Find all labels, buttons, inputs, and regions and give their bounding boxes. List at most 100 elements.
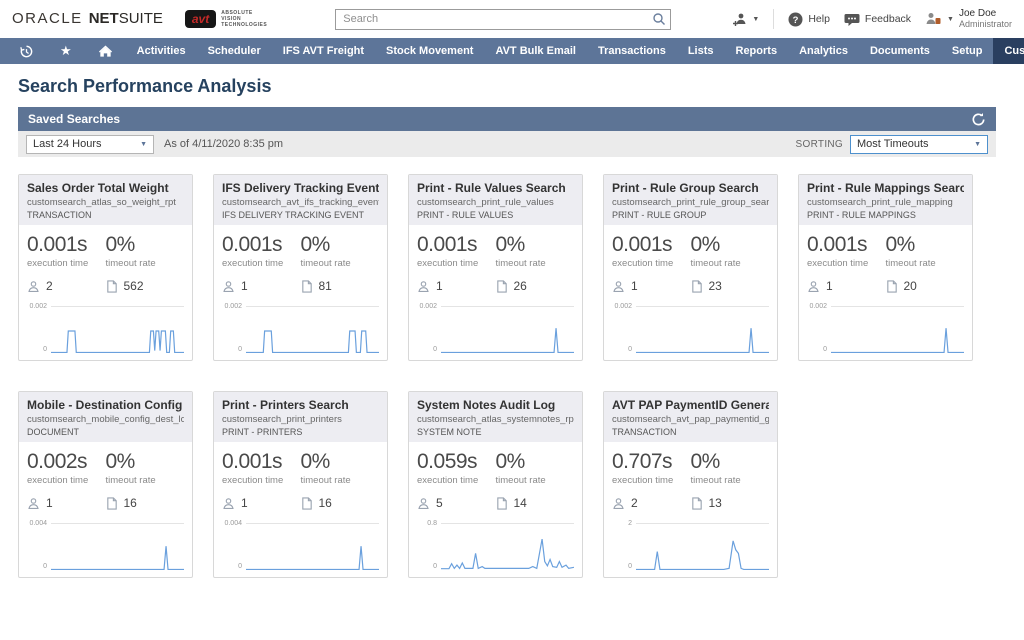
help-button[interactable]: ? Help — [788, 12, 830, 27]
as-of-label: As of 4/11/2020 8:35 pm — [164, 138, 283, 150]
user-outline-icon — [612, 497, 625, 510]
saved-search-card[interactable]: AVT PAP PaymentID Genera... customsearch… — [603, 391, 778, 578]
create-new-icon — [732, 12, 747, 27]
card-header: Print - Rule Group Search customsearch_p… — [604, 175, 777, 225]
execution-time-metric: 0.001s execution time — [222, 450, 301, 486]
saved-search-card[interactable]: Print - Rule Values Search customsearch_… — [408, 174, 583, 361]
execution-time-label: execution time — [27, 258, 106, 269]
avt-logo: avt ABSOLUTE VISION TECHNOLOGIES — [185, 10, 267, 28]
nav-item-ifs-avt-freight[interactable]: IFS AVT Freight — [272, 38, 375, 64]
page-title: Search Performance Analysis — [18, 76, 1024, 97]
shortcuts-star-icon[interactable]: ★ — [47, 38, 85, 64]
nav-item-stock-movement[interactable]: Stock Movement — [375, 38, 484, 64]
y-axis-zero-label: 0 — [417, 346, 437, 354]
main-nav: ★ ActivitiesSchedulerIFS AVT FreightStoc… — [0, 38, 1024, 64]
search-input[interactable] — [335, 9, 671, 30]
page-icon — [301, 280, 313, 293]
nav-item-reports[interactable]: Reports — [725, 38, 789, 64]
timeout-rate-value: 0% — [886, 233, 965, 257]
feedback-icon — [844, 12, 860, 27]
timeout-rate-metric: 0% timeout rate — [691, 233, 770, 269]
recent-records-icon[interactable] — [6, 38, 47, 64]
page-icon — [106, 497, 118, 510]
timeout-rate-metric: 0% timeout rate — [496, 450, 575, 486]
page-icon — [301, 497, 313, 510]
sorting-select[interactable]: Most Timeouts ▼ — [850, 135, 988, 154]
sparkline — [441, 312, 574, 354]
saved-search-card[interactable]: Mobile - Destination Config ... customse… — [18, 391, 193, 578]
nav-item-customization[interactable]: Customization — [993, 38, 1024, 64]
timeout-rate-label: timeout rate — [691, 258, 770, 269]
card-body: 0.001s execution time 0% timeout rate 2 … — [19, 225, 192, 360]
refresh-icon[interactable] — [971, 112, 986, 127]
card-script-id: customsearch_atlas_so_weight_rpt — [27, 197, 184, 208]
card-script-id: customsearch_print_rule_mapping — [807, 197, 964, 208]
nav-item-transactions[interactable]: Transactions — [587, 38, 677, 64]
feedback-button[interactable]: Feedback — [844, 12, 911, 27]
nav-item-analytics[interactable]: Analytics — [788, 38, 859, 64]
period-select[interactable]: Last 24 Hours ▼ — [26, 135, 154, 154]
pages-count: 16 — [301, 496, 380, 510]
oracle-netsuite-logo[interactable]: ORACLENETSUITE — [12, 10, 163, 28]
timeout-rate-value: 0% — [106, 450, 185, 474]
page-icon — [496, 280, 508, 293]
execution-time-label: execution time — [612, 258, 691, 269]
saved-search-card[interactable]: Print - Rule Mappings Search customsearc… — [798, 174, 973, 361]
home-icon[interactable] — [85, 38, 126, 64]
user-icon — [925, 11, 942, 27]
search-icon[interactable] — [652, 12, 666, 31]
page-icon — [106, 280, 118, 293]
sparkline — [246, 312, 379, 354]
y-axis-max-label: 0.002 — [222, 303, 242, 310]
nav-item-activities[interactable]: Activities — [126, 38, 197, 64]
saved-search-card[interactable]: Print - Rule Group Search customsearch_p… — [603, 174, 778, 361]
y-axis-max-label: 0.002 — [612, 303, 632, 310]
card-body: 0.001s execution time 0% timeout rate 1 … — [214, 225, 387, 360]
execution-time-metric: 0.001s execution time — [417, 233, 496, 269]
card-header: Print - Rule Mappings Search customsearc… — [799, 175, 972, 225]
nav-item-lists[interactable]: Lists — [677, 38, 725, 64]
pages-value: 14 — [514, 496, 527, 510]
saved-search-card[interactable]: Sales Order Total Weight customsearch_at… — [18, 174, 193, 361]
divider — [773, 9, 774, 29]
card-title: Print - Printers Search — [222, 398, 379, 412]
nav-item-avt-bulk-email[interactable]: AVT Bulk Email — [484, 38, 586, 64]
sparkline-chart: 0.002 0 — [807, 303, 964, 354]
nav-item-setup[interactable]: Setup — [941, 38, 994, 64]
execution-time-label: execution time — [222, 475, 301, 486]
execution-time-metric: 0.001s execution time — [27, 233, 106, 269]
saved-search-card[interactable]: System Notes Audit Log customsearch_atla… — [408, 391, 583, 578]
card-title: Print - Rule Mappings Search — [807, 181, 964, 195]
user-outline-icon — [222, 280, 235, 293]
users-value: 1 — [826, 279, 833, 293]
execution-time-value: 0.001s — [222, 450, 301, 474]
nav-item-documents[interactable]: Documents — [859, 38, 941, 64]
card-script-id: customsearch_print_printers — [222, 414, 379, 425]
user-outline-icon — [27, 497, 40, 510]
execution-time-metric: 0.002s execution time — [27, 450, 106, 486]
card-body: 0.001s execution time 0% timeout rate 1 … — [799, 225, 972, 360]
execution-time-label: execution time — [807, 258, 886, 269]
execution-time-metric: 0.001s execution time — [612, 233, 691, 269]
saved-search-card[interactable]: IFS Delivery Tracking Event ... customse… — [213, 174, 388, 361]
top-gridline — [831, 306, 964, 307]
sparkline — [441, 529, 574, 571]
sparkline — [246, 529, 379, 571]
timeout-rate-metric: 0% timeout rate — [106, 233, 185, 269]
nav-item-scheduler[interactable]: Scheduler — [197, 38, 272, 64]
card-record-type: TRANSACTION — [27, 210, 184, 220]
card-header: Sales Order Total Weight customsearch_at… — [19, 175, 192, 225]
y-axis-zero-label: 0 — [222, 346, 242, 354]
saved-search-card[interactable]: Print - Printers Search customsearch_pri… — [213, 391, 388, 578]
users-count: 1 — [612, 279, 691, 293]
card-record-type: PRINT - RULE MAPPINGS — [807, 210, 964, 220]
card-body: 0.707s execution time 0% timeout rate 2 … — [604, 442, 777, 577]
execution-time-label: execution time — [612, 475, 691, 486]
oracle-logo-text: ORACLE — [12, 10, 83, 27]
top-gridline — [51, 523, 184, 524]
timeout-rate-label: timeout rate — [301, 258, 380, 269]
create-new-menu[interactable]: ▼ — [732, 12, 759, 27]
user-menu[interactable]: ▼ Joe Doe Administrator — [925, 8, 1012, 30]
sparkline-chart: 0.004 0 — [222, 520, 379, 571]
timeout-rate-label: timeout rate — [496, 258, 575, 269]
